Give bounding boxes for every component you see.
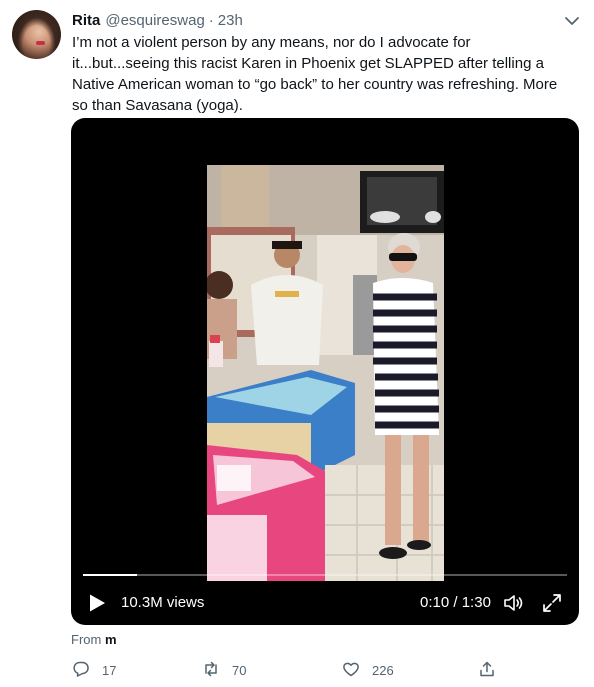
source-prefix: From [71, 632, 102, 647]
source-link[interactable]: m [105, 632, 117, 647]
tweet-text-line: it...but...seeing this racist Karen in P… [72, 55, 544, 72]
progress-bar[interactable] [83, 574, 567, 576]
progress-fill [83, 574, 137, 576]
share-icon [478, 660, 496, 681]
current-time: 0:10 [420, 594, 450, 611]
time-separator: / [449, 594, 462, 611]
separator-dot: · [208, 11, 214, 29]
reply-icon [72, 660, 90, 681]
play-icon[interactable] [87, 593, 107, 613]
timestamp[interactable]: 23h [218, 12, 243, 29]
share-button[interactable] [478, 659, 496, 681]
retweet-button[interactable]: 70 [202, 659, 246, 681]
reply-button[interactable]: 17 [72, 659, 116, 681]
timecode: 0:10 / 1:30 [420, 594, 491, 611]
tweet-text-line: I’m not a violent person by any means, n… [72, 34, 471, 51]
chevron-down-icon[interactable] [563, 12, 581, 30]
volume-icon[interactable] [502, 591, 526, 615]
tweet: Rita @esquireswag · 23h I’m not a violen… [0, 0, 594, 687]
avatar[interactable] [12, 10, 61, 59]
like-button[interactable]: 226 [342, 659, 394, 681]
tweet-header: Rita @esquireswag · 23h [72, 10, 243, 30]
media-source: From m [71, 632, 117, 647]
tweet-text-line: so than Savasana (yoga). [72, 97, 243, 114]
tweet-text: I’m not a violent person by any means, n… [72, 32, 582, 116]
author-handle[interactable]: @esquireswag [105, 12, 204, 29]
like-count: 226 [372, 662, 394, 678]
retweet-icon [202, 660, 220, 681]
fullscreen-icon[interactable] [541, 592, 563, 614]
duration: 1:30 [461, 594, 491, 611]
heart-icon [342, 660, 360, 681]
author-name[interactable]: Rita [72, 12, 100, 29]
video-frame[interactable] [207, 165, 444, 581]
video-player[interactable]: 10.3M views 0:10 / 1:30 [71, 118, 579, 625]
reply-count: 17 [102, 662, 117, 678]
tweet-actions: 17 70 226 [70, 659, 500, 681]
video-controls: 10.3M views 0:10 / 1:30 [71, 588, 579, 618]
retweet-count: 70 [232, 662, 247, 678]
view-count: 10.3M views [121, 594, 205, 611]
tweet-text-line: Native American woman to “go back” to he… [72, 76, 558, 93]
